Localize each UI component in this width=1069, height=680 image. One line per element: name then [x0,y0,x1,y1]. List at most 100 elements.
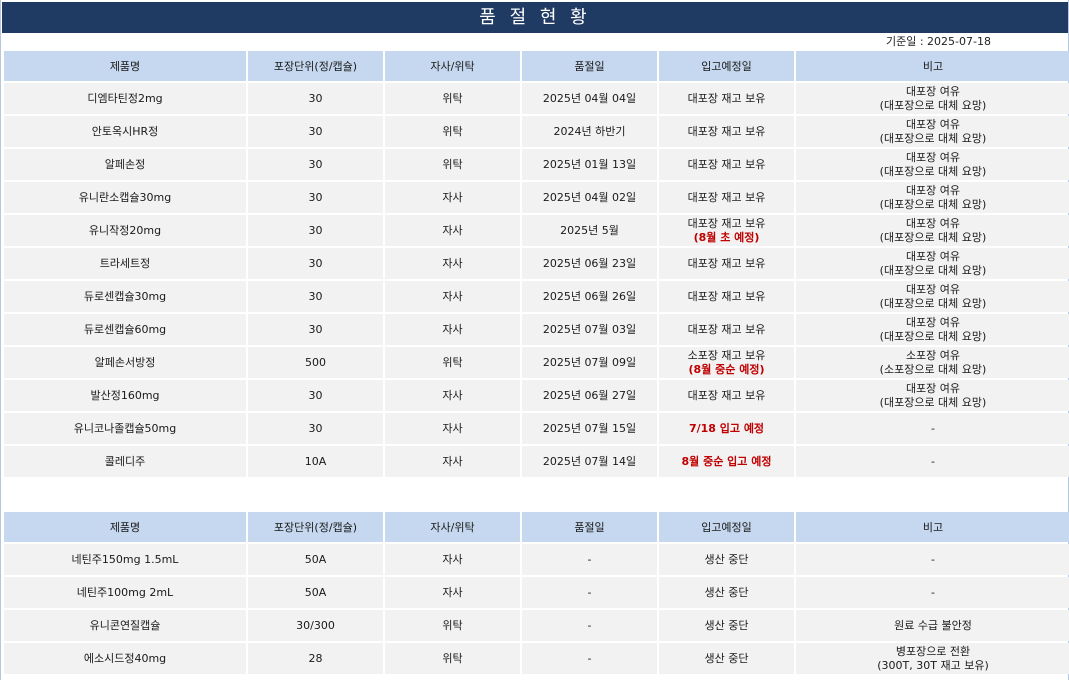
eta-cell[interactable]: 대포장 재고 보유 [659,83,794,114]
eta-cell[interactable]: 생산 중단 [659,610,794,641]
remark-cell[interactable]: 대포장 여유 (대포장으로 대체 요망) [796,281,1069,312]
own-consign-cell[interactable]: 자사 [385,182,520,213]
table-row[interactable]: 발산정160mg 30 자사 2025년 06월 27일 대포장 재고 보유 대포장 여유… [4,380,1069,411]
soldout-date-cell[interactable]: 2025년 07월 03일 [522,314,657,345]
pack-unit-cell[interactable]: 50A [248,577,383,608]
table-row[interactable]: 알페손서방정 500 위탁 2025년 07월 09일 소포장 재고 보유 (8월 중순 … [4,347,1069,378]
remark-cell[interactable]: 대포장 여유 (대포장으로 대체 요망) [796,380,1069,411]
remark-cell[interactable]: 병포장으로 전환 (300T, 30T 재고 보유) [796,643,1069,674]
eta-cell[interactable]: 생산 중단 [659,643,794,674]
remark-cell[interactable]: - [796,446,1069,477]
product-name-cell[interactable]: 듀로센캡슐30mg [4,281,246,312]
col-header-own-consign[interactable]: 자사/위탁 [385,512,520,542]
own-consign-cell[interactable]: 자사 [385,314,520,345]
product-name-cell[interactable]: 알페손서방정 [4,347,246,378]
col-header-remark[interactable]: 비고 [796,51,1069,81]
soldout-date-cell[interactable]: 2025년 5월 [522,215,657,246]
soldout-date-cell[interactable]: 2025년 04월 04일 [522,83,657,114]
product-name-cell[interactable]: 알페손정 [4,149,246,180]
product-name-cell[interactable]: 콜레디주 [4,446,246,477]
own-consign-cell[interactable]: 자사 [385,215,520,246]
remark-cell[interactable]: 대포장 여유 (대포장으로 대체 요망) [796,149,1069,180]
soldout-date-cell[interactable]: 2025년 07월 14일 [522,446,657,477]
remark-cell[interactable]: 대포장 여유 (대포장으로 대체 요망) [796,314,1069,345]
col-header-pack-unit[interactable]: 포장단위(정/캡슐) [248,51,383,81]
soldout-date-cell[interactable]: 2025년 06월 26일 [522,281,657,312]
pack-unit-cell[interactable]: 30 [248,83,383,114]
product-name-cell[interactable]: 유니란소캡슐30mg [4,182,246,213]
pack-unit-cell[interactable]: 30 [248,413,383,444]
col-header-product[interactable]: 제품명 [4,51,246,81]
remark-cell[interactable]: 대포장 여유 (대포장으로 대체 요망) [796,116,1069,147]
own-consign-cell[interactable]: 위탁 [385,149,520,180]
pack-unit-cell[interactable]: 50A [248,544,383,575]
soldout-date-cell[interactable]: 2025년 04월 02일 [522,182,657,213]
own-consign-cell[interactable]: 자사 [385,577,520,608]
eta-cell[interactable]: 대포장 재고 보유 [659,314,794,345]
product-name-cell[interactable]: 트라세트정 [4,248,246,279]
col-header-own-consign[interactable]: 자사/위탁 [385,51,520,81]
col-header-eta[interactable]: 입고예정일 [659,51,794,81]
eta-cell[interactable]: 대포장 재고 보유 [659,149,794,180]
table-row[interactable]: 네틴주150mg 1.5mL 50A 자사 - 생산 중단 - [4,544,1069,575]
eta-cell[interactable]: 8월 중순 입고 예정 [659,446,794,477]
pack-unit-cell[interactable]: 30 [248,380,383,411]
own-consign-cell[interactable]: 자사 [385,446,520,477]
eta-cell[interactable]: 생산 중단 [659,577,794,608]
table-row[interactable]: 에소시드정40mg 28 위탁 - 생산 중단 병포장으로 전환 (300T, 30T 재고… [4,643,1069,674]
soldout-date-cell[interactable]: 2025년 06월 27일 [522,380,657,411]
own-consign-cell[interactable]: 자사 [385,248,520,279]
own-consign-cell[interactable]: 위탁 [385,610,520,641]
soldout-date-cell[interactable]: 2025년 07월 09일 [522,347,657,378]
soldout-date-cell[interactable]: - [522,544,657,575]
soldout-date-cell[interactable]: 2025년 07월 15일 [522,413,657,444]
table-row[interactable]: 유니코나졸캡슐50mg 30 자사 2025년 07월 15일 7/18 입고 예정 - [4,413,1069,444]
eta-cell[interactable]: 7/18 입고 예정 [659,413,794,444]
product-name-cell[interactable]: 네틴주150mg 1.5mL [4,544,246,575]
table-row[interactable]: 트라세트정 30 자사 2025년 06월 23일 대포장 재고 보유 대포장 여유 (대포… [4,248,1069,279]
product-name-cell[interactable]: 유니콘연질캡슐 [4,610,246,641]
soldout-date-cell[interactable]: - [522,577,657,608]
own-consign-cell[interactable]: 자사 [385,380,520,411]
pack-unit-cell[interactable]: 30 [248,248,383,279]
table-row[interactable]: 안토옥시HR정 30 위탁 2024년 하반기 대포장 재고 보유 대포장 여유 (대포장으… [4,116,1069,147]
pack-unit-cell[interactable]: 28 [248,643,383,674]
remark-cell[interactable]: 대포장 여유 (대포장으로 대체 요망) [796,182,1069,213]
own-consign-cell[interactable]: 위탁 [385,643,520,674]
col-header-soldout-date[interactable]: 품절일 [522,512,657,542]
remark-cell[interactable]: - [796,413,1069,444]
remark-cell[interactable]: 소포장 여유 (소포장으로 대체 요망) [796,347,1069,378]
product-name-cell[interactable]: 발산정160mg [4,380,246,411]
pack-unit-cell[interactable]: 30 [248,215,383,246]
eta-cell[interactable]: 대포장 재고 보유 [659,248,794,279]
product-name-cell[interactable]: 듀로센캡슐60mg [4,314,246,345]
product-name-cell[interactable]: 네틴주100mg 2mL [4,577,246,608]
remark-cell[interactable]: - [796,544,1069,575]
table-row[interactable]: 알페손정 30 위탁 2025년 01월 13일 대포장 재고 보유 대포장 여유 (대포장… [4,149,1069,180]
own-consign-cell[interactable]: 자사 [385,413,520,444]
col-header-eta[interactable]: 입고예정일 [659,512,794,542]
soldout-date-cell[interactable]: 2025년 06월 23일 [522,248,657,279]
eta-cell[interactable]: 대포장 재고 보유 (8월 초 예정) [659,215,794,246]
table-row[interactable]: 네틴주100mg 2mL 50A 자사 - 생산 중단 - [4,577,1069,608]
own-consign-cell[interactable]: 자사 [385,281,520,312]
eta-cell[interactable]: 생산 중단 [659,544,794,575]
col-header-remark[interactable]: 비고 [796,512,1069,542]
pack-unit-cell[interactable]: 30 [248,116,383,147]
pack-unit-cell[interactable]: 500 [248,347,383,378]
soldout-date-cell[interactable]: 2025년 01월 13일 [522,149,657,180]
pack-unit-cell[interactable]: 30 [248,281,383,312]
soldout-date-cell[interactable]: - [522,643,657,674]
eta-cell[interactable]: 대포장 재고 보유 [659,116,794,147]
table-row[interactable]: 유니콘연질캡슐 30/300 위탁 - 생산 중단 원료 수급 불안정 [4,610,1069,641]
col-header-product[interactable]: 제품명 [4,512,246,542]
table-row[interactable]: 유니작정20mg 30 자사 2025년 5월 대포장 재고 보유 (8월 초 예정) 대포… [4,215,1069,246]
remark-cell[interactable]: 원료 수급 불안정 [796,610,1069,641]
remark-cell[interactable]: 대포장 여유 (대포장으로 대체 요망) [796,83,1069,114]
col-header-pack-unit[interactable]: 포장단위(정/캡슐) [248,512,383,542]
table-row[interactable]: 콜레디주 10A 자사 2025년 07월 14일 8월 중순 입고 예정 - [4,446,1069,477]
table-row[interactable]: 듀로센캡슐30mg 30 자사 2025년 06월 26일 대포장 재고 보유 대포장 여… [4,281,1069,312]
eta-cell[interactable]: 대포장 재고 보유 [659,281,794,312]
pack-unit-cell[interactable]: 10A [248,446,383,477]
product-name-cell[interactable]: 유니코나졸캡슐50mg [4,413,246,444]
